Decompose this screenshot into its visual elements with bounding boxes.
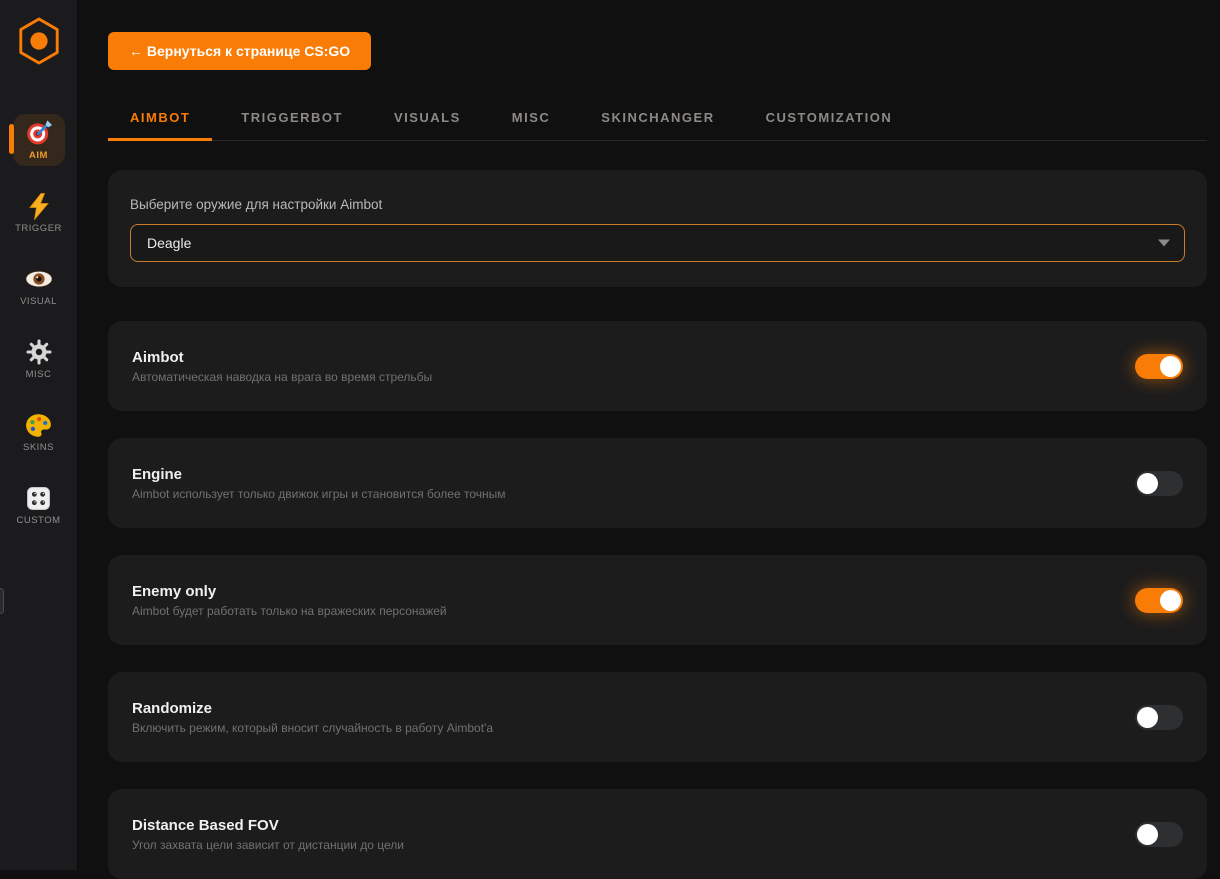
toggle-knob [1137, 707, 1158, 728]
target-icon [25, 118, 53, 148]
tab-visuals[interactable]: VISUALS [372, 100, 483, 141]
active-item-indicator [9, 124, 14, 154]
setting-text: Aimbot Автоматическая наводка на врага в… [132, 349, 432, 384]
engine-toggle[interactable] [1135, 471, 1183, 496]
tab-customization[interactable]: CUSTOMIZATION [744, 100, 915, 141]
app-window: AIM TRIGGER [0, 0, 1220, 870]
tab-bar: AIMBOT TRIGGERBOT VISUALS MISC SKINCHANG… [108, 100, 1207, 141]
toggle-knob [1137, 824, 1158, 845]
hexagon-logo-icon [16, 15, 62, 72]
setting-text: Enemy only Aimbot будет работать только … [132, 583, 447, 618]
setting-description: Включить режим, который вносит случайнос… [132, 721, 493, 735]
sidebar-item-visual[interactable]: VISUAL [13, 264, 65, 312]
chevron-down-icon [1158, 240, 1170, 247]
sidebar-nav: AIM TRIGGER [13, 114, 65, 531]
sidebar-item-label: SKINS [23, 442, 54, 453]
setting-title: Randomize [132, 700, 493, 717]
lightning-icon [27, 191, 51, 221]
aimbot-toggle[interactable] [1135, 354, 1183, 379]
setting-card-aimbot: Aimbot Автоматическая наводка на врага в… [108, 321, 1207, 411]
weapon-select-label: Выберите оружие для настройки Aimbot [130, 197, 1185, 212]
sidebar-item-custom[interactable]: CUSTOM [13, 483, 65, 531]
toggle-knob [1137, 473, 1158, 494]
weapon-select-dropdown[interactable]: Deagle [130, 224, 1185, 262]
setting-description: Aimbot использует только движок игры и с… [132, 487, 506, 501]
sidebar-item-trigger[interactable]: TRIGGER [13, 191, 65, 239]
sidebar-item-skins[interactable]: SKINS [13, 410, 65, 458]
tab-skinchanger[interactable]: SKINCHANGER [579, 100, 736, 141]
tab-aimbot[interactable]: AIMBOT [108, 100, 212, 141]
app-logo [15, 16, 63, 70]
sidebar-item-label: CUSTOM [17, 515, 61, 526]
setting-title: Enemy only [132, 583, 447, 600]
eye-icon [25, 264, 53, 294]
palette-icon [25, 410, 52, 440]
randomize-toggle[interactable] [1135, 705, 1183, 730]
setting-description: Aimbot будет работать только на вражески… [132, 604, 447, 618]
tab-misc[interactable]: MISC [490, 100, 573, 141]
setting-title: Engine [132, 466, 506, 483]
setting-text: Randomize Включить режим, который вносит… [132, 700, 493, 735]
toggle-knob [1160, 590, 1181, 611]
tab-triggerbot[interactable]: TRIGGERBOT [219, 100, 365, 141]
sidebar-item-misc[interactable]: MISC [13, 337, 65, 385]
distance-based-fov-toggle[interactable] [1135, 822, 1183, 847]
gear-icon [26, 337, 52, 367]
sidebar-item-label: MISC [26, 369, 52, 380]
setting-title: Distance Based FOV [132, 817, 404, 834]
setting-text: Engine Aimbot использует только движок и… [132, 466, 506, 501]
sidebar: AIM TRIGGER [0, 0, 78, 870]
sidebar-item-aim[interactable]: AIM [13, 114, 65, 166]
setting-card-randomize: Randomize Включить режим, который вносит… [108, 672, 1207, 762]
setting-text: Distance Based FOV Угол захвата цели зав… [132, 817, 404, 852]
main-content: ← Вернуться к странице CS:GO AIMBOT TRIG… [78, 0, 1220, 870]
setting-description: Автоматическая наводка на врага во время… [132, 370, 432, 384]
weapon-select-value: Deagle [147, 235, 191, 251]
back-to-csgo-button[interactable]: ← Вернуться к странице CS:GO [108, 32, 371, 70]
setting-card-enemy-only: Enemy only Aimbot будет работать только … [108, 555, 1207, 645]
dice-icon [26, 483, 51, 513]
weapon-select-card: Выберите оружие для настройки Aimbot Dea… [108, 170, 1207, 287]
sidebar-item-label: TRIGGER [15, 223, 62, 234]
scrollbar-handle[interactable] [0, 588, 4, 614]
setting-card-engine: Engine Aimbot использует только движок и… [108, 438, 1207, 528]
setting-card-distance-based-fov: Distance Based FOV Угол захвата цели зав… [108, 789, 1207, 879]
setting-title: Aimbot [132, 349, 432, 366]
enemy-only-toggle[interactable] [1135, 588, 1183, 613]
sidebar-item-label: VISUAL [20, 296, 57, 307]
sidebar-item-label: AIM [29, 150, 48, 161]
setting-description: Угол захвата цели зависит от дистанции д… [132, 838, 404, 852]
toggle-knob [1160, 356, 1181, 377]
